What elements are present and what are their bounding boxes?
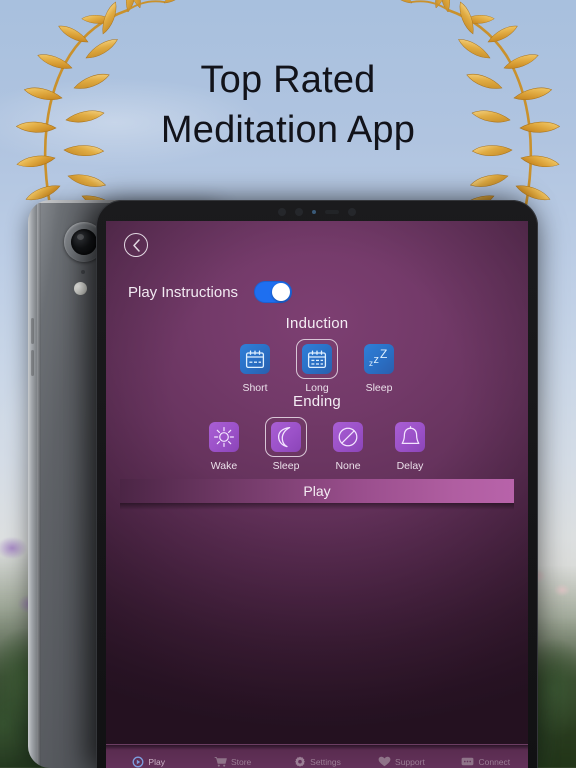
back-button[interactable] xyxy=(124,233,148,257)
microphone-icon xyxy=(81,270,85,274)
front-camera-icon xyxy=(295,208,303,216)
play-circle-icon xyxy=(131,756,144,767)
induction-long-tile-wrap xyxy=(296,339,338,379)
ending-none-label: None xyxy=(335,460,361,472)
ending-wake-tile-wrap xyxy=(203,417,245,457)
tablet-front-device: Play Instructions Induction Short Long z… xyxy=(96,200,538,768)
flood-illuminator-icon xyxy=(348,208,356,216)
ending-wake-label: Wake xyxy=(210,460,238,472)
promo-screenshot: Top Rated Meditation App Play Instructio… xyxy=(0,0,576,768)
headline-line-2: Meditation App xyxy=(160,109,416,151)
induction-short-tile-wrap xyxy=(234,339,276,379)
play-instructions-row: Play Instructions xyxy=(128,281,293,303)
front-sensor-array xyxy=(96,207,538,217)
calendar-long-icon xyxy=(307,350,327,368)
tab-store-label: Store xyxy=(230,756,252,767)
toggle-knob xyxy=(272,283,291,301)
ending-sleep-label: Sleep xyxy=(272,460,300,472)
ending-delay-tile xyxy=(395,422,425,452)
ending-option-none[interactable]: None xyxy=(325,417,371,472)
svg-text:z: z xyxy=(374,354,380,366)
tab-bar: Play Store Settings Support Connect xyxy=(106,744,528,768)
svg-text:z: z xyxy=(369,359,373,368)
play-button-label: Play xyxy=(303,483,331,499)
camera-flash-icon xyxy=(74,282,87,295)
chevron-left-icon xyxy=(132,238,140,252)
ending-none-tile-wrap xyxy=(327,417,369,457)
tab-settings-label: Settings xyxy=(310,756,341,767)
volume-up-button[interactable] xyxy=(31,318,34,344)
calendar-short-icon xyxy=(245,350,265,368)
induction-option-long[interactable]: Long xyxy=(294,339,340,394)
svg-text:Z: Z xyxy=(380,349,387,361)
tab-support[interactable]: Support xyxy=(359,756,443,767)
induction-short-tile xyxy=(240,344,270,374)
tablet-rear-edge xyxy=(28,200,37,768)
sun-icon xyxy=(214,427,234,447)
ending-sleep-tile xyxy=(271,422,301,452)
volume-down-button[interactable] xyxy=(31,350,34,376)
play-button-shadow xyxy=(120,503,514,510)
induction-title: Induction xyxy=(285,315,349,332)
zzz-icon: z z Z xyxy=(369,349,387,368)
headline-line-1: Top Rated xyxy=(200,59,376,101)
heart-icon xyxy=(378,756,391,767)
induction-sleep-tile: z z Z xyxy=(364,344,394,374)
tab-connect[interactable]: Connect xyxy=(444,756,528,767)
ending-delay-tile-wrap xyxy=(389,417,431,457)
ending-wake-tile xyxy=(209,422,239,452)
ending-section: Ending Wake Sleep None Delay xyxy=(106,393,528,472)
ending-option-sleep[interactable]: Sleep xyxy=(263,417,309,472)
promo-headline: Top Rated Meditation App xyxy=(0,55,576,155)
play-instructions-toggle[interactable] xyxy=(254,281,293,303)
ir-sensor-icon xyxy=(312,210,316,214)
induction-option-short[interactable]: Short xyxy=(232,339,278,394)
tab-support-label: Support xyxy=(395,756,425,767)
induction-option-sleep[interactable]: z z Z Sleep xyxy=(356,339,402,394)
induction-section: Induction Short Long z z Z Sleep xyxy=(106,315,528,394)
induction-sleep-tile-wrap: z z Z xyxy=(358,339,400,379)
tab-play-label: Play xyxy=(148,756,165,767)
proximity-sensor-icon xyxy=(278,208,286,216)
induction-long-tile xyxy=(302,344,332,374)
induction-options: Short Long z z Z Sleep xyxy=(106,339,528,394)
ending-none-tile xyxy=(333,422,363,452)
no-entry-icon xyxy=(338,427,358,447)
ending-options: Wake Sleep None Delay xyxy=(106,417,528,472)
tab-connect-label: Connect xyxy=(478,756,511,767)
gear-icon xyxy=(293,756,306,767)
ending-delay-label: Delay xyxy=(396,460,424,472)
tab-play[interactable]: Play xyxy=(106,756,190,767)
tab-settings[interactable]: Settings xyxy=(275,756,359,767)
ending-title: Ending xyxy=(293,393,341,410)
moon-icon xyxy=(277,426,291,448)
app-screen: Play Instructions Induction Short Long z… xyxy=(106,221,528,768)
ending-sleep-tile-wrap xyxy=(265,417,307,457)
tablet-rear-edge-highlight xyxy=(37,200,41,768)
play-button[interactable]: Play xyxy=(120,479,514,503)
tab-store[interactable]: Store xyxy=(190,756,274,767)
dot-projector-icon xyxy=(325,210,339,214)
cart-icon xyxy=(214,756,227,767)
ending-option-wake[interactable]: Wake xyxy=(201,417,247,472)
ending-option-delay[interactable]: Delay xyxy=(387,417,433,472)
play-instructions-label: Play Instructions xyxy=(128,283,239,301)
bell-icon xyxy=(401,426,419,445)
chat-icon xyxy=(461,756,474,767)
